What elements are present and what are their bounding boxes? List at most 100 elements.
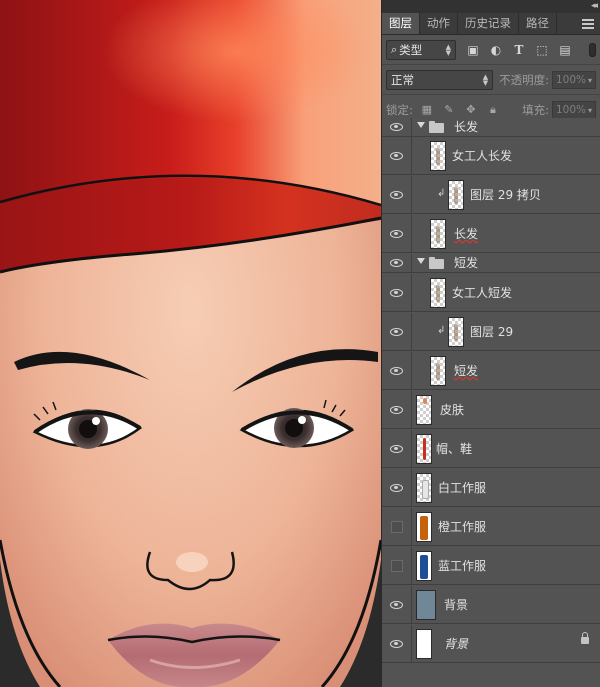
layer-row[interactable]: 长发 <box>382 215 600 253</box>
layer-name: 皮肤 <box>440 403 465 417</box>
layer-thumbnail <box>416 590 436 620</box>
clipping-mask-icon: ↲ <box>437 188 446 199</box>
eye-icon <box>390 639 403 648</box>
lock-position-icon[interactable]: ✥ <box>465 103 477 116</box>
layer-row-background[interactable]: 背景 <box>382 625 600 663</box>
visibility-toggle[interactable] <box>382 430 412 467</box>
opacity-label: 不透明度: <box>499 72 549 87</box>
layer-name: 橙工作服 <box>438 520 487 534</box>
document-canvas[interactable] <box>0 0 381 687</box>
eye-icon <box>390 405 403 414</box>
visibility-toggle[interactable] <box>382 469 412 506</box>
layer-thumbnail <box>416 434 432 464</box>
layer-name: 女工人长发 <box>452 149 513 163</box>
eye-icon <box>390 123 403 131</box>
layer-row[interactable]: 女工人长发 <box>382 137 600 175</box>
filter-type-value: 类型 <box>399 42 423 57</box>
visibility-toggle[interactable] <box>382 391 412 428</box>
select-arrows-icon: ▲ ▼ <box>445 42 451 57</box>
layer-row[interactable]: 女工人短发 <box>382 274 600 312</box>
filter-toggle[interactable] <box>589 42 596 57</box>
layer-thumbnail <box>430 219 446 249</box>
folder-icon <box>429 257 444 269</box>
fill-value: 100% <box>555 103 586 116</box>
visibility-toggle[interactable] <box>382 547 412 584</box>
tab-history[interactable]: 历史记录 <box>458 13 519 34</box>
hidden-checkbox-icon <box>390 520 403 533</box>
opacity-value: 100% <box>555 73 586 86</box>
select-arrows-icon: ▲ ▼ <box>482 72 489 87</box>
layer-name: 女工人短发 <box>452 286 513 300</box>
visibility-toggle[interactable] <box>382 254 412 272</box>
layer-name: 白工作服 <box>438 481 487 495</box>
type-filter-icon[interactable]: T <box>512 43 526 57</box>
visibility-toggle[interactable] <box>382 215 412 252</box>
visibility-toggle[interactable] <box>382 508 412 545</box>
blend-mode-value: 正常 <box>391 72 414 87</box>
visibility-toggle[interactable] <box>382 586 412 623</box>
layer-name: 长发 <box>454 227 479 241</box>
tab-layers[interactable]: 图层 <box>382 13 420 34</box>
layer-thumbnail <box>448 317 464 347</box>
lock-all-icon[interactable]: 🔒︎ <box>487 103 499 116</box>
layer-thumbnail <box>416 473 432 503</box>
smart-object-filter-icon[interactable]: ▤ <box>558 43 572 57</box>
adjustment-filter-icon[interactable]: ◐ <box>489 43 503 57</box>
layer-group-long-hair[interactable]: 长发 <box>382 118 600 137</box>
expand-arrow-icon[interactable] <box>417 122 425 128</box>
layer-row[interactable]: 蓝工作服 <box>382 547 600 585</box>
lock-image-icon[interactable]: ✎ <box>443 103 455 116</box>
visibility-toggle[interactable] <box>382 176 412 213</box>
visibility-toggle[interactable] <box>382 274 412 311</box>
folder-icon <box>429 121 444 133</box>
layer-name: 背景 <box>444 637 469 651</box>
collapse-panel-icon[interactable]: ◂◂ <box>591 0 598 12</box>
panel-tabs: 图层 动作 历史记录 路径 <box>382 13 600 35</box>
visibility-toggle[interactable] <box>382 625 412 662</box>
tab-paths[interactable]: 路径 <box>519 13 557 34</box>
layer-row[interactable]: 短发 <box>382 352 600 390</box>
fill-field[interactable]: 100% ▾ <box>551 100 596 119</box>
layer-name: 图层 29 <box>470 325 514 339</box>
visibility-toggle[interactable] <box>382 118 412 136</box>
tab-actions[interactable]: 动作 <box>420 13 458 34</box>
eye-icon <box>390 190 403 199</box>
layer-row[interactable]: 橙工作服 <box>382 508 600 546</box>
filter-type-select[interactable]: ⌕ 类型 ▲ ▼ <box>386 39 456 60</box>
layer-thumbnail <box>430 278 446 308</box>
hidden-checkbox-icon <box>390 559 403 572</box>
opacity-field[interactable]: 100% ▾ <box>551 70 596 89</box>
expand-arrow-icon[interactable] <box>417 258 425 264</box>
pixel-filter-icon[interactable]: ▣ <box>466 43 480 57</box>
layers-panel: ◂◂ 图层 动作 历史记录 路径 ⌕ 类型 ▲ ▼ ▣ ◐ T ⬚ ▤ 正常 ▲ ▼… <box>381 0 600 687</box>
eye-icon <box>390 259 403 267</box>
layer-row[interactable]: ↲ 图层 29 拷贝 <box>382 176 600 214</box>
visibility-toggle[interactable] <box>382 137 412 174</box>
eye-icon <box>390 444 403 453</box>
lock-label: 锁定: <box>386 102 413 117</box>
layer-row[interactable]: 皮肤 <box>382 391 600 429</box>
eye-icon <box>390 600 403 609</box>
layer-group-short-hair[interactable]: 短发 <box>382 254 600 273</box>
visibility-toggle[interactable] <box>382 313 412 350</box>
eye-icon <box>390 483 403 492</box>
blend-mode-select[interactable]: 正常 ▲ ▼ <box>386 69 494 90</box>
layer-row[interactable]: 白工作服 <box>382 469 600 507</box>
shape-filter-icon[interactable]: ⬚ <box>535 43 549 57</box>
visibility-toggle[interactable] <box>382 352 412 389</box>
lock-transparent-icon[interactable]: ▦ <box>421 103 433 116</box>
eye-icon <box>390 366 403 375</box>
layer-row[interactable]: 背景 <box>382 586 600 624</box>
layer-name: 短发 <box>454 256 479 270</box>
layer-name: 蓝工作服 <box>438 559 487 573</box>
search-icon: ⌕ <box>391 42 398 56</box>
eye-icon <box>390 288 403 297</box>
fill-label: 填充: <box>522 102 549 117</box>
panel-title-bar[interactable]: ◂◂ <box>382 0 600 13</box>
layer-filter-row: ⌕ 类型 ▲ ▼ ▣ ◐ T ⬚ ▤ <box>382 35 600 65</box>
layer-thumbnail <box>448 180 464 210</box>
layer-row[interactable]: ↲ 图层 29 <box>382 313 600 351</box>
layer-name: 背景 <box>444 598 469 612</box>
panel-menu-icon[interactable] <box>582 18 594 29</box>
layer-row[interactable]: 帽、鞋 <box>382 430 600 468</box>
